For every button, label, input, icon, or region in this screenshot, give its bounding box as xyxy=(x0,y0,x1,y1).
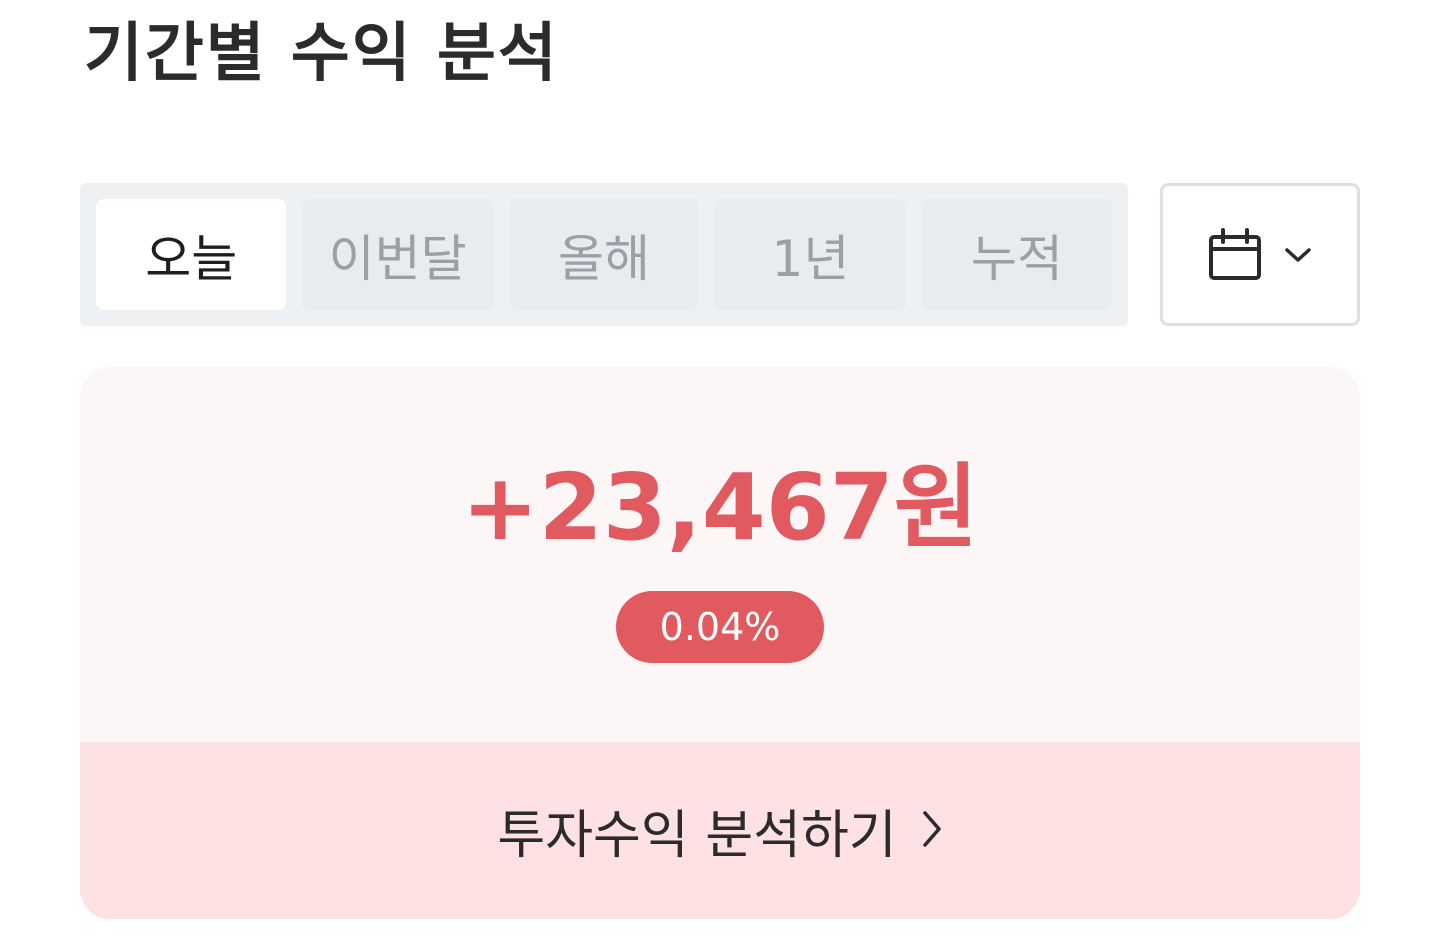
profit-analysis-page: 기간별 수익 분석 오늘 이번달 올해 1년 누적 +23,467원 0.04%… xyxy=(0,0,1440,945)
date-range-button[interactable] xyxy=(1160,183,1360,326)
profit-summary-card: +23,467원 0.04% 투자수익 분석하기 xyxy=(80,367,1360,919)
tab-this-month[interactable]: 이번달 xyxy=(302,199,493,310)
profit-rate-badge: 0.04% xyxy=(616,591,824,663)
chevron-right-icon xyxy=(921,809,943,853)
chevron-down-icon xyxy=(1284,246,1312,264)
tab-this-year[interactable]: 올해 xyxy=(508,199,700,310)
tab-today[interactable]: 오늘 xyxy=(96,199,287,310)
tab-cumulative[interactable]: 누적 xyxy=(921,199,1113,310)
tab-one-year[interactable]: 1년 xyxy=(715,199,906,310)
analyze-investment-button[interactable]: 투자수익 분석하기 xyxy=(80,742,1360,919)
period-tabs: 오늘 이번달 올해 1년 누적 xyxy=(80,183,1128,326)
analyze-button-label: 투자수익 분석하기 xyxy=(497,806,897,866)
profit-amount: +23,467원 xyxy=(461,454,979,561)
page-title: 기간별 수익 분석 xyxy=(84,17,559,91)
calendar-icon xyxy=(1208,227,1262,282)
